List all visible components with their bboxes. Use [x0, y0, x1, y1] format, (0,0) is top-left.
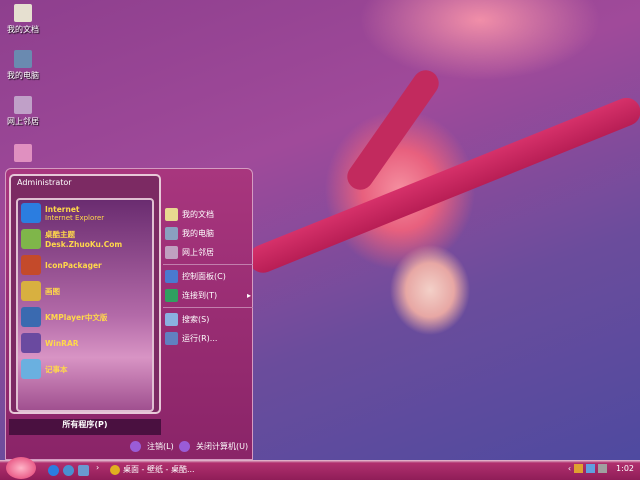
desktop-icon-network[interactable]: 网上邻居	[2, 96, 44, 127]
sublabel: Internet Explorer	[45, 213, 105, 222]
control-panel-item[interactable]: 控制面板(C)	[163, 267, 253, 286]
start-menu: Administrator Internet Internet Explorer …	[5, 168, 253, 460]
connect-icon	[165, 289, 178, 302]
program-internet-explorer[interactable]: Internet Internet Explorer	[18, 200, 152, 226]
clock[interactable]: 1:02	[616, 464, 634, 473]
label: 网上邻居	[7, 117, 39, 126]
network-icon	[165, 246, 178, 259]
kmplayer-icon	[21, 307, 41, 327]
label: WinRAR	[45, 338, 79, 348]
shutdown-icon	[179, 441, 190, 452]
label: 运行(R)...	[182, 334, 218, 343]
label: 我的电脑	[182, 229, 214, 238]
label: 搜索(S)	[182, 315, 210, 324]
program-notepad[interactable]: 记事本	[18, 356, 152, 382]
label: KMPlayer中文版	[45, 312, 108, 322]
notepad-icon	[21, 359, 41, 379]
label: 桌面 - 壁纸 - 桌酷...	[123, 465, 195, 474]
separator	[163, 264, 253, 265]
pinned-programs: Internet Internet Explorer 桌酷主题Desk.ZhuoK…	[16, 198, 154, 412]
network-icon	[14, 96, 32, 114]
label: 网上邻居	[182, 248, 214, 257]
zhuoku-icon	[21, 229, 41, 249]
label: 我的文档	[182, 210, 214, 219]
shutdown-button[interactable]: 关闭计算机(U)	[179, 441, 248, 452]
user-panel: Administrator Internet Internet Explorer …	[9, 174, 161, 414]
volume-icon[interactable]	[598, 464, 608, 473]
program-zhuoku[interactable]: 桌酷主题Desk.ZhuoKu.Com	[18, 226, 152, 252]
desktop-icon-my-documents[interactable]: 我的文档	[2, 4, 44, 35]
taskbar: › 桌面 - 壁纸 - 桌酷... ‹ 1:02	[0, 457, 640, 480]
network-tray-icon[interactable]	[586, 464, 596, 473]
program-paint[interactable]: 画图	[18, 278, 152, 304]
places-panel: 我的文档 我的电脑 网上邻居 控制面板(C) 连接到(T) ▸ 搜索(S) 运行(…	[163, 205, 253, 348]
search-icon	[165, 313, 178, 326]
program-kmplayer[interactable]: KMPlayer中文版	[18, 304, 152, 330]
wallpaper-branch	[342, 65, 444, 195]
ie-quicklaunch-icon[interactable]	[48, 465, 59, 476]
user-name: Administrator	[17, 178, 72, 187]
system-tray: ‹ 1:02	[568, 464, 634, 473]
logoff-button[interactable]: 注销(L)	[130, 441, 174, 452]
label: IconPackager	[45, 260, 102, 270]
desktop-icon-recycle-bin[interactable]	[2, 144, 44, 164]
place-network[interactable]: 网上邻居	[163, 243, 253, 262]
browser-icon	[110, 464, 120, 475]
connect-to-item[interactable]: 连接到(T) ▸	[163, 286, 253, 305]
my-documents-icon	[14, 4, 32, 22]
quicklaunch-more-icon[interactable]: ›	[96, 463, 99, 472]
wallpaper-branch	[244, 93, 640, 277]
logoff-icon	[130, 441, 141, 452]
label: 桌酷主题Desk.ZhuoKu.Com	[44, 230, 123, 249]
label: 记事本	[45, 364, 68, 374]
label: 注销(L)	[147, 442, 174, 451]
search-item[interactable]: 搜索(S)	[163, 310, 253, 329]
tray-expand-icon[interactable]: ‹	[568, 464, 571, 473]
label: Internet	[45, 204, 80, 214]
paint-icon	[21, 281, 41, 301]
run-icon	[165, 332, 178, 345]
my-computer-icon	[14, 50, 32, 68]
iconpackager-icon	[21, 255, 41, 275]
taskbar-window-button[interactable]: 桌面 - 壁纸 - 桌酷...	[110, 464, 195, 475]
label: 连接到(T)	[182, 291, 218, 300]
run-item[interactable]: 运行(R)...	[163, 329, 253, 348]
separator	[163, 307, 253, 308]
label: 我的电脑	[7, 71, 39, 80]
desktop-icon-my-computer[interactable]: 我的电脑	[2, 50, 44, 81]
label: 我的文档	[7, 25, 39, 34]
label: 画图	[45, 286, 60, 296]
all-programs-button[interactable]: 所有程序(P)	[9, 419, 161, 435]
ie-icon	[21, 203, 41, 223]
browser-quicklaunch-icon[interactable]	[63, 465, 74, 476]
my-computer-icon	[165, 227, 178, 240]
program-winrar[interactable]: WinRAR	[18, 330, 152, 356]
program-iconpackager[interactable]: IconPackager	[18, 252, 152, 278]
winrar-icon	[21, 333, 41, 353]
desktop-quicklaunch-icon[interactable]	[78, 465, 89, 476]
place-my-documents[interactable]: 我的文档	[163, 205, 253, 224]
control-panel-icon	[165, 270, 178, 283]
qq-icon[interactable]	[574, 464, 584, 473]
recycle-bin-icon	[14, 144, 32, 162]
my-documents-icon	[165, 208, 178, 221]
label: 控制面板(C)	[182, 272, 226, 281]
label: 关闭计算机(U)	[196, 442, 249, 451]
submenu-arrow-icon: ▸	[246, 291, 251, 300]
start-button[interactable]	[6, 457, 36, 479]
place-my-computer[interactable]: 我的电脑	[163, 224, 253, 243]
